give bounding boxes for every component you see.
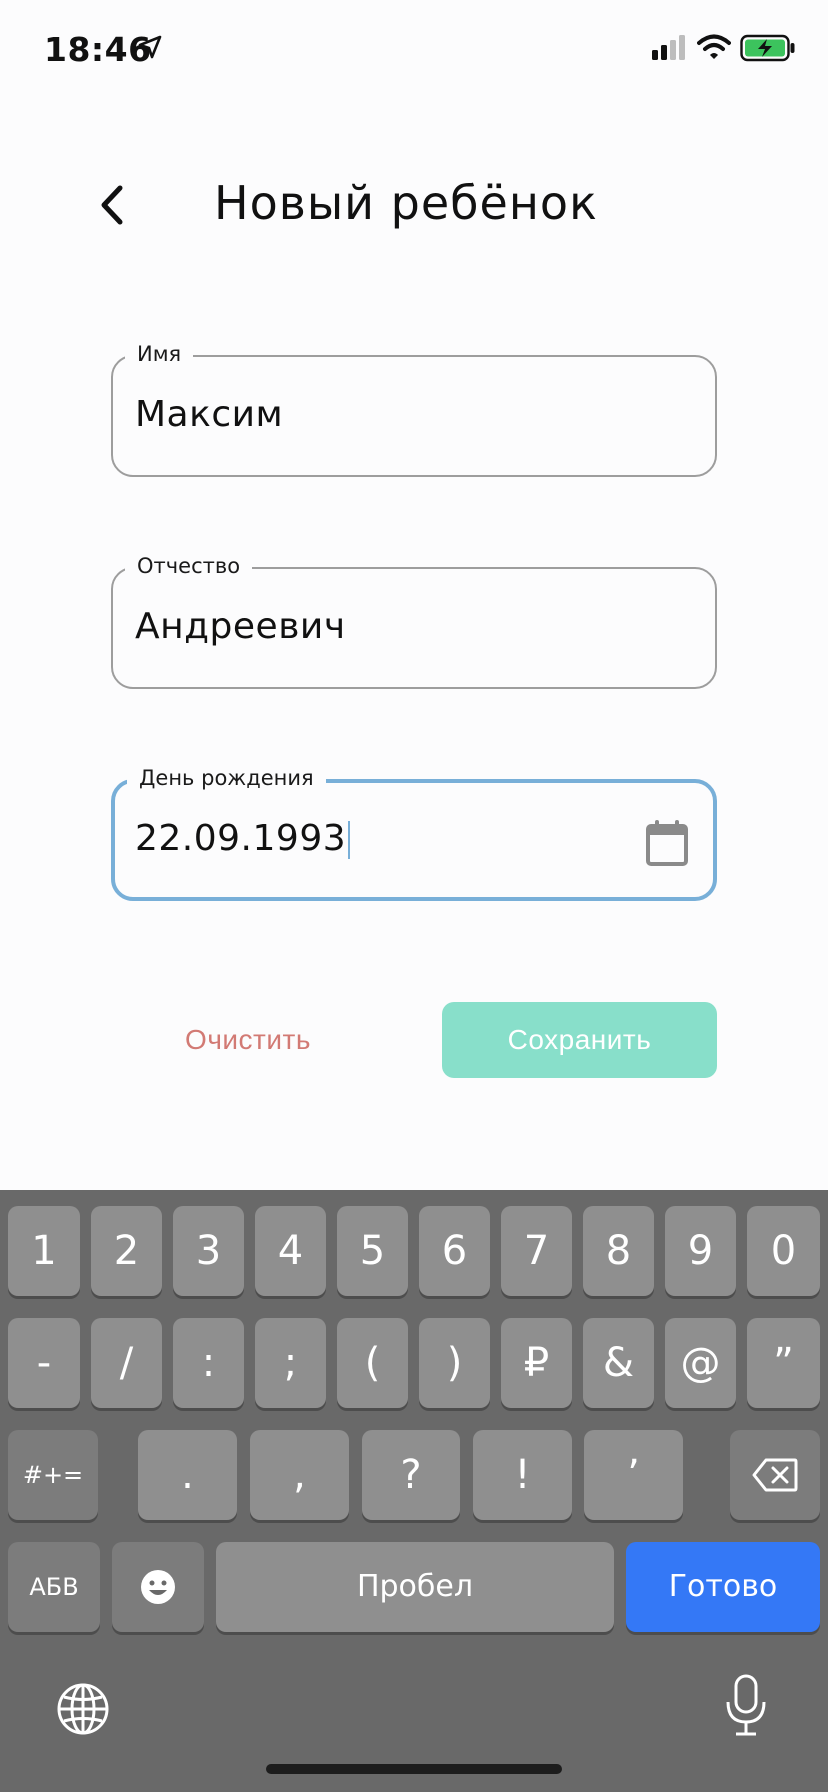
key-at[interactable]: @ [665, 1318, 736, 1408]
key-close-paren[interactable]: ) [419, 1318, 490, 1408]
text-cursor [348, 821, 351, 859]
page-title: Новый ребёнок [214, 176, 598, 230]
back-button[interactable] [92, 180, 132, 230]
key-7[interactable]: 7 [501, 1206, 572, 1296]
key-2[interactable]: 2 [91, 1206, 162, 1296]
patronymic-label: Отчество [125, 553, 253, 579]
key-open-paren[interactable]: ( [337, 1318, 408, 1408]
key-exclamation[interactable]: ! [473, 1430, 572, 1520]
done-key[interactable]: Готово [626, 1542, 820, 1632]
calendar-icon[interactable] [645, 819, 689, 867]
key-8[interactable]: 8 [583, 1206, 654, 1296]
key-apostrophe[interactable]: ’ [584, 1430, 683, 1520]
space-key[interactable]: Пробел [216, 1542, 614, 1632]
keyboard: 1 2 3 4 5 6 7 8 9 0 - / : ; ( ) ₽ & @ ” … [0, 1190, 828, 1792]
first-name-value[interactable]: Максим [135, 393, 283, 437]
home-indicator [266, 1764, 562, 1774]
backspace-key[interactable] [730, 1430, 820, 1520]
birthday-value-text: 22.09.1993 [135, 818, 347, 859]
globe-icon[interactable] [56, 1682, 110, 1736]
status-time: 18:46 [44, 30, 152, 69]
key-5[interactable]: 5 [337, 1206, 408, 1296]
battery-charging-icon [740, 34, 795, 62]
key-4[interactable]: 4 [255, 1206, 326, 1296]
key-question[interactable]: ? [362, 1430, 460, 1520]
key-quote[interactable]: ” [747, 1318, 820, 1408]
status-bar: 18:46 [0, 0, 828, 100]
clear-button[interactable]: Очистить [150, 1002, 346, 1078]
key-1[interactable]: 1 [8, 1206, 80, 1296]
key-slash[interactable]: / [91, 1318, 162, 1408]
key-ampersand[interactable]: & [583, 1318, 654, 1408]
first-name-label: Имя [125, 341, 194, 367]
key-period[interactable]: . [138, 1430, 237, 1520]
key-9[interactable]: 9 [665, 1206, 736, 1296]
cellular-signal-icon [652, 35, 685, 60]
birthday-field[interactable]: День рождения 22.09.1993 [111, 765, 717, 901]
first-name-field[interactable]: Имя Максим [111, 341, 717, 477]
key-hyphen[interactable]: - [8, 1318, 80, 1408]
key-abc[interactable]: АБВ [8, 1542, 100, 1632]
emoji-icon [141, 1570, 175, 1604]
key-comma[interactable]: , [250, 1430, 349, 1520]
key-0[interactable]: 0 [747, 1206, 820, 1296]
patronymic-value[interactable]: Андреевич [135, 605, 346, 649]
microphone-icon[interactable] [724, 1674, 768, 1738]
emoji-key[interactable] [112, 1542, 204, 1632]
key-ruble[interactable]: ₽ [501, 1318, 572, 1408]
key-6[interactable]: 6 [419, 1206, 490, 1296]
birthday-label: День рождения [127, 765, 326, 791]
wifi-icon [697, 34, 731, 59]
key-semicolon[interactable]: ; [255, 1318, 326, 1408]
key-3[interactable]: 3 [173, 1206, 244, 1296]
patronymic-field[interactable]: Отчество Андреевич [111, 553, 717, 689]
backspace-icon [752, 1458, 798, 1492]
birthday-value[interactable]: 22.09.1993 [135, 817, 351, 861]
location-arrow-icon [138, 35, 162, 59]
key-colon[interactable]: : [173, 1318, 244, 1408]
key-symbols[interactable]: #+= [8, 1430, 98, 1520]
save-button[interactable]: Сохранить [442, 1002, 717, 1078]
